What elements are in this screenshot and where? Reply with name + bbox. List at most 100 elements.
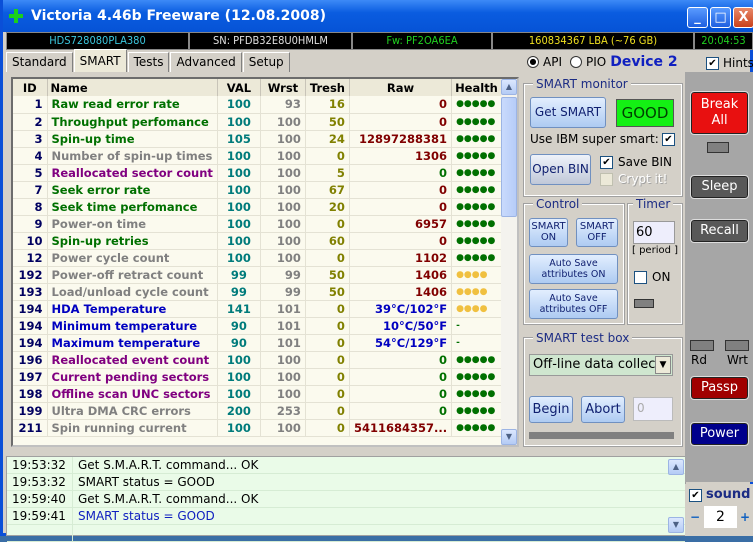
log-time: 19:59:41 <box>7 508 73 524</box>
table-row[interactable]: 211 Spin running current 100 100 0 5411684357… <box>13 419 517 437</box>
table-row[interactable]: 5 Reallocated sector count 100 100 5 0 ●●●●● <box>13 164 517 182</box>
timer-input[interactable]: 60 <box>633 221 675 244</box>
event-log: 19:53:32 Get S.M.A.R.T. command... OK 19:5… <box>6 456 686 542</box>
timer-group: Timer 60 [ period ] ON <box>627 197 683 325</box>
table-row[interactable]: 192 Power-off retract count 99 99 50 1406 ●●●● <box>13 266 517 284</box>
table-row[interactable]: 4 Number of spin-up times 100 100 0 1306 ●●●●● <box>13 147 517 165</box>
dropdown-arrow-icon[interactable]: ▼ <box>655 356 671 374</box>
api-label: API <box>543 55 562 69</box>
table-row[interactable]: 2 Throughput perfomance 100 100 50 0 ●●●●● <box>13 113 517 131</box>
timer-on-label: ON <box>652 270 671 284</box>
attr-name: Ultra DMA CRC errors <box>47 402 218 420</box>
tab-tests[interactable]: Tests <box>127 52 170 72</box>
hints-checkbox[interactable]: ✔ <box>706 57 719 70</box>
tab-standard[interactable]: Standard <box>6 52 73 72</box>
scroll-down-icon[interactable]: ▼ <box>501 429 517 445</box>
scroll-thumb[interactable] <box>501 97 517 217</box>
table-row[interactable]: 197 Current pending sectors 100 100 0 0 ●●●●● <box>13 368 517 386</box>
get-smart-button[interactable]: Get SMART <box>530 97 606 128</box>
open-bin-button[interactable]: Open BIN <box>530 154 591 185</box>
col-val[interactable]: VAL <box>217 79 261 96</box>
col-wrst[interactable]: Wrst <box>260 79 306 96</box>
log-scroll-up-icon[interactable]: ▲ <box>668 459 684 475</box>
table-row[interactable]: 10 Spin-up retries 100 100 60 0 ●●●●● <box>13 232 517 250</box>
table-header: ID Name VAL Wrst Tresh Raw Health <box>13 79 517 96</box>
close-button[interactable]: X <box>733 7 753 28</box>
smart-on-button[interactable]: SMART ON <box>529 218 568 247</box>
table-row[interactable]: 199 Ultra DMA CRC errors 200 253 0 0 ●●●●● <box>13 402 517 420</box>
table-scrollbar[interactable]: ▲ ▼ <box>501 79 517 445</box>
crypt-checkbox[interactable] <box>600 173 613 186</box>
sound-label: sound <box>706 487 751 502</box>
timer-indicator <box>634 299 654 308</box>
attr-id: 198 <box>13 385 48 403</box>
minimize-button[interactable]: _ <box>687 7 708 28</box>
rd-label: Rd <box>691 353 707 367</box>
attr-id: 192 <box>13 266 48 284</box>
sound-level-value[interactable]: 2 <box>704 506 737 528</box>
power-button[interactable]: Power <box>690 422 749 446</box>
save-bin-checkbox[interactable]: ✔ <box>600 156 613 169</box>
smart-attributes-table: ID Name VAL Wrst Tresh Raw Health 1 Raw r… <box>11 77 519 447</box>
mode-selector: ● API PIO Device 2 <box>527 54 678 70</box>
attr-health: ●●●●● <box>451 215 508 233</box>
table-row[interactable]: 7 Seek error rate 100 100 67 0 ●●●●● <box>13 181 517 199</box>
tab-smart[interactable]: SMART <box>73 49 127 72</box>
table-row[interactable]: 3 Spin-up time 105 100 24 12897288381 ●●●●● <box>13 130 517 148</box>
sound-decrement-button[interactable]: − <box>688 506 702 528</box>
col-tresh[interactable]: Tresh <box>305 79 350 96</box>
attr-worst: 101 <box>260 334 306 352</box>
table-row[interactable]: 196 Reallocated event count 100 100 0 0 ●●●●● <box>13 351 517 369</box>
autosave-on-button[interactable]: Auto Save attributes ON <box>529 254 618 284</box>
maximize-button[interactable]: □ <box>710 7 731 28</box>
abort-button[interactable]: Abort <box>581 396 625 423</box>
tab-setup[interactable]: Setup <box>242 52 290 72</box>
table-row[interactable]: 194 HDA Temperature 141 101 0 39°C/102°F ●●●● <box>13 300 517 318</box>
break-all-button[interactable]: Break All <box>690 91 749 135</box>
attr-id: 7 <box>13 181 48 199</box>
api-radio[interactable]: ● <box>527 56 539 68</box>
attr-worst: 101 <box>260 300 306 318</box>
col-health[interactable]: Health <box>451 79 508 96</box>
attr-health: ●●●●● <box>451 181 508 199</box>
tab-advanced[interactable]: Advanced <box>170 52 242 72</box>
ibm-super-smart-checkbox[interactable]: ✔ <box>662 133 675 146</box>
attr-val: 100 <box>217 351 261 369</box>
attr-val: 100 <box>217 368 261 386</box>
col-raw[interactable]: Raw <box>349 79 453 96</box>
scroll-up-icon[interactable]: ▲ <box>501 79 517 95</box>
sleep-button[interactable]: Sleep <box>690 175 749 199</box>
table-row[interactable]: 8 Seek time perfomance 100 100 20 0 ●●●●● <box>13 198 517 216</box>
table-row[interactable]: 198 Offline scan UNC sectors 100 100 0 0 ●●●●● <box>13 385 517 403</box>
break-indicator <box>707 142 729 153</box>
sound-checkbox[interactable]: ✔ <box>689 489 702 502</box>
table-row[interactable]: 1 Raw read error rate 100 93 16 0 ●●●●● <box>13 96 517 114</box>
autosave-off-button[interactable]: Auto Save attributes OFF <box>529 289 618 319</box>
col-id[interactable]: ID <box>13 79 48 96</box>
attr-val: 105 <box>217 130 261 148</box>
test-type-select[interactable]: Off-line data collect ▼ <box>529 354 673 376</box>
begin-button[interactable]: Begin <box>529 396 573 423</box>
table-row[interactable]: 193 Load/unload cycle count 99 99 50 1406 ●●●● <box>13 283 517 301</box>
attr-threshold: 0 <box>305 419 350 437</box>
attr-health: - <box>451 317 508 335</box>
recall-button[interactable]: Recall <box>690 219 749 243</box>
attr-worst: 99 <box>260 266 306 284</box>
passp-button[interactable]: Passp <box>690 376 749 400</box>
sound-increment-button[interactable]: + <box>738 506 752 528</box>
smart-off-button[interactable]: SMART OFF <box>576 218 618 247</box>
attr-val: 90 <box>217 317 261 335</box>
log-scroll-down-icon[interactable]: ▼ <box>668 517 684 533</box>
table-row[interactable]: 9 Power-on time 100 100 0 6957 ●●●●● <box>13 215 517 233</box>
table-row[interactable]: 194 Minimum temperature 90 101 0 10°C/50°F - <box>13 317 517 335</box>
col-name[interactable]: Name <box>47 79 218 96</box>
pio-radio[interactable] <box>569 56 582 68</box>
table-row[interactable]: 12 Power cycle count 100 100 0 1102 ●●●●● <box>13 249 517 267</box>
attr-raw: 0 <box>349 181 453 199</box>
attr-threshold: 16 <box>305 96 350 114</box>
table-row[interactable]: 194 Maximum temperature 90 101 0 54°C/129°F - <box>13 334 517 352</box>
attr-name: Maximum temperature <box>47 334 218 352</box>
timer-on-checkbox[interactable] <box>634 271 647 284</box>
attr-worst: 100 <box>260 113 306 131</box>
attr-threshold: 50 <box>305 266 350 284</box>
